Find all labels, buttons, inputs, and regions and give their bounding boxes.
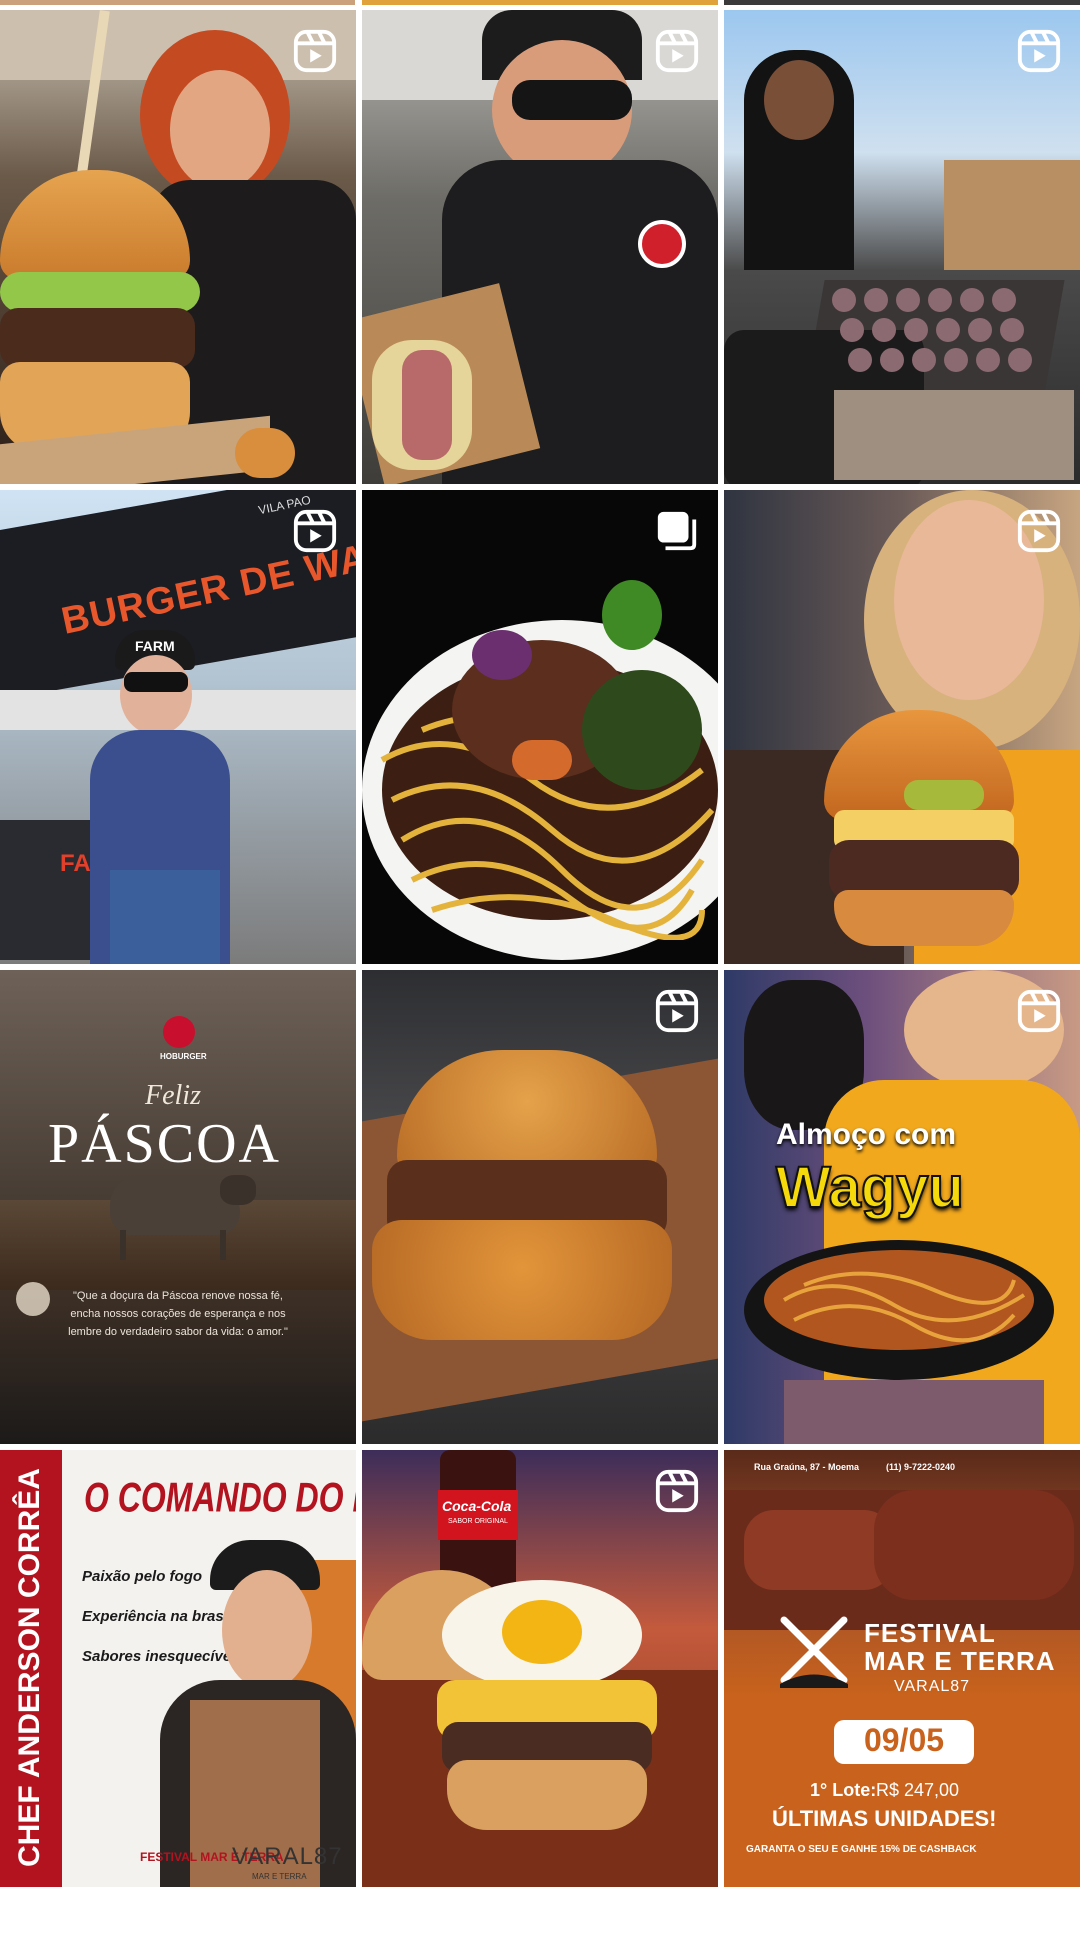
bottom-blank bbox=[0, 1887, 1080, 1936]
noodles bbox=[782, 1271, 1026, 1343]
reels-icon bbox=[655, 989, 699, 1033]
face-shape bbox=[170, 70, 270, 190]
script-text: Feliz bbox=[145, 1080, 201, 1111]
lot-price: R$ 247,00 bbox=[876, 1780, 960, 1800]
quote-line-2: encha nossos corações de esperança e nos bbox=[70, 1308, 286, 1320]
patties-grid bbox=[832, 288, 1032, 372]
grid-post-1[interactable] bbox=[0, 10, 356, 484]
grid-post-3[interactable] bbox=[724, 10, 1080, 484]
grid-post-6[interactable] bbox=[724, 490, 1080, 964]
title-big: Wagyu bbox=[775, 1154, 965, 1221]
cashback-text: GARANTA O SEU E GANHE 15% DE CASHBACK bbox=[746, 1844, 977, 1855]
vertical-name: CHEF ANDERSON CORRÊA bbox=[13, 1468, 46, 1867]
grid-post-9[interactable]: Almoço com Wagyu bbox=[724, 970, 1080, 1444]
last-units: ÚLTIMAS UNIDADES! bbox=[772, 1806, 997, 1831]
grid-post-10[interactable]: CHEF ANDERSON CORRÊA O COMANDO DO FOGO P… bbox=[0, 1450, 356, 1897]
quote-line-3: lembre do verdadeiro sabor da vida: o am… bbox=[68, 1326, 288, 1338]
line-2: Experiência na brasa bbox=[82, 1608, 233, 1625]
grid-post-4[interactable]: BURGER DE WAGYU VILA PAO FARM FARM bbox=[0, 490, 356, 964]
brand-logo bbox=[163, 1016, 195, 1048]
brand-logo-text: HOBURGER bbox=[160, 1052, 207, 1061]
logo-varal-sub: MAR E TERRA bbox=[252, 1872, 307, 1881]
carousel-icon bbox=[657, 511, 697, 551]
top-strip bbox=[0, 0, 1080, 10]
venue-text: VARAL87 bbox=[894, 1678, 971, 1695]
reels-icon bbox=[293, 509, 337, 553]
sunglasses bbox=[512, 80, 632, 120]
grid-post-8[interactable] bbox=[362, 970, 718, 1444]
logo-varal: VARAL87 bbox=[232, 1843, 343, 1870]
bottle-sub: SABOR ORIGINAL bbox=[448, 1518, 508, 1525]
date-text: 09/05 bbox=[863, 1722, 945, 1758]
address-text: Rua Graúna, 87 - Moema bbox=[754, 1462, 860, 1472]
reels-icon bbox=[655, 1469, 699, 1513]
reels-icon bbox=[1017, 29, 1061, 73]
lot-label: 1° Lote: bbox=[810, 1780, 877, 1800]
crossed-utensils-icon bbox=[780, 1616, 848, 1688]
reels-icon bbox=[293, 29, 337, 73]
headline-text: PÁSCOA bbox=[48, 1113, 281, 1175]
bottle-label: Coca-Cola bbox=[442, 1498, 512, 1514]
grid-post-7[interactable]: HOBURGER Feliz PÁSCOA "Que a doçura da P… bbox=[0, 970, 356, 1444]
festival-line-2: MAR E TERRA bbox=[864, 1646, 1056, 1676]
line-1: Paixão pelo fogo bbox=[82, 1568, 203, 1585]
grid-post-2[interactable] bbox=[362, 10, 718, 484]
face-shape bbox=[222, 1570, 312, 1690]
cap-brand: FARM bbox=[135, 638, 175, 654]
quote-line-1: "Que a doçura da Páscoa renove nossa fé, bbox=[73, 1290, 283, 1302]
reels-icon bbox=[1017, 509, 1061, 553]
grid-post-12[interactable]: Rua Graúna, 87 - Moema (11) 9-7222-0240 … bbox=[724, 1450, 1080, 1897]
grid-post-11[interactable]: Coca-Cola SABOR ORIGINAL bbox=[362, 1450, 718, 1897]
headline-text: O COMANDO DO FOGO bbox=[84, 1474, 356, 1521]
grid-post-5[interactable] bbox=[362, 490, 718, 964]
reels-icon bbox=[1017, 989, 1061, 1033]
festival-line-1: FESTIVAL bbox=[864, 1618, 996, 1648]
phone-text: (11) 9-7222-0240 bbox=[886, 1462, 956, 1472]
reels-icon bbox=[655, 29, 699, 73]
title-top: Almoço com bbox=[776, 1118, 957, 1151]
